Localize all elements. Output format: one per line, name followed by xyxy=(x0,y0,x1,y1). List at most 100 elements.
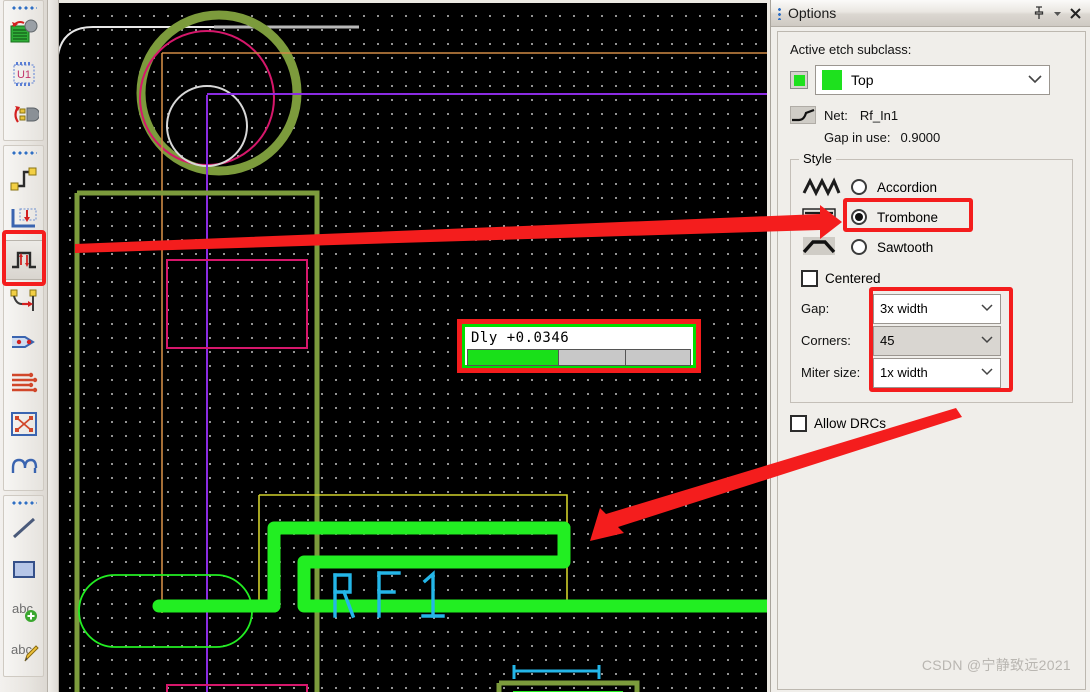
close-icon xyxy=(1069,7,1081,19)
panel-title: Options xyxy=(788,5,837,21)
slide-corner-icon xyxy=(11,208,37,228)
net-trace-icon xyxy=(790,106,816,124)
centered-checkbox[interactable] xyxy=(801,269,818,287)
centered-row[interactable]: Centered xyxy=(801,264,1062,292)
spread-tool[interactable] xyxy=(4,445,44,485)
accordion-radio[interactable] xyxy=(851,179,867,195)
progress-segment-2 xyxy=(559,350,626,365)
chip-u1-icon: U1 xyxy=(13,62,35,86)
custom-smooth-tool[interactable] xyxy=(4,322,44,362)
gap-select[interactable]: 3x width xyxy=(873,293,1001,324)
canvas-splitter[interactable] xyxy=(48,0,59,692)
gap-in-use-row: Gap in use: 0.9000 xyxy=(790,130,1073,145)
fanout-icon xyxy=(11,412,37,436)
chevron-down-icon xyxy=(980,303,994,315)
active-etch-subclass-label: Active etch subclass: xyxy=(790,42,912,57)
toolbar-grip[interactable] xyxy=(10,499,37,506)
bus-route-tool[interactable] xyxy=(4,363,44,403)
corners-field-row: Corners: 45 xyxy=(801,325,1062,356)
add-connect-icon xyxy=(10,167,37,191)
subclass-visibility-toggle[interactable] xyxy=(790,71,808,89)
trombone-radio-dot xyxy=(855,213,863,221)
toolbar-group-draw: abc abc xyxy=(3,495,44,677)
options-panel: Options Active etch subclass: Top Net: R… xyxy=(770,0,1090,692)
accordion-label: Accordion xyxy=(877,179,938,195)
style-option-sawtooth[interactable]: Sawtooth xyxy=(801,232,1062,262)
delay-tooltip: Dly +0.0346 xyxy=(457,319,701,373)
slide-tool[interactable] xyxy=(4,199,44,239)
close-panel-button[interactable] xyxy=(1066,4,1084,22)
gap-in-use-value: 0.9000 xyxy=(900,130,941,145)
fanout-tool[interactable] xyxy=(4,404,44,444)
corners-value: 45 xyxy=(880,333,895,348)
subclass-select[interactable]: Top xyxy=(815,65,1050,95)
spread-wave-icon xyxy=(11,458,38,473)
add-rect-tool[interactable] xyxy=(4,549,44,589)
toolbar-grip[interactable] xyxy=(10,149,37,156)
gap-in-use-label: Gap in use: xyxy=(824,130,891,145)
net-label: Net: xyxy=(824,107,848,123)
subclass-row: Top xyxy=(790,65,1073,95)
line-icon xyxy=(12,517,36,539)
panel-menu-button[interactable] xyxy=(1048,4,1066,22)
swap-pins-tool[interactable] xyxy=(4,95,44,135)
chevron-down-icon xyxy=(980,367,994,379)
add-text-tool[interactable]: abc xyxy=(4,590,44,630)
chevron-down-icon xyxy=(1053,11,1061,16)
options-panel-body: Active etch subclass: Top Net: Rf_In1 Ga… xyxy=(777,31,1086,690)
edit-text-tool[interactable]: abc xyxy=(4,631,44,671)
miter-size-value: 1x width xyxy=(880,365,928,380)
pin-icon xyxy=(1034,6,1044,19)
swap-pins-icon xyxy=(14,106,39,123)
vertex-arrow-icon xyxy=(10,289,37,311)
watermark: CSDN @宁静致远2021 xyxy=(921,657,1071,673)
chevron-down-icon xyxy=(980,335,994,347)
progress-segment-filled xyxy=(468,350,560,365)
svg-text:U1: U1 xyxy=(17,69,31,81)
allow-drcs-row[interactable]: Allow DRCs xyxy=(790,415,1073,432)
trombone-icon xyxy=(801,205,841,229)
toolbar-grip[interactable] xyxy=(10,4,37,11)
trombone-radio[interactable] xyxy=(851,209,867,225)
trombone-label: Trombone xyxy=(877,209,939,225)
miter-size-field-row: Miter size: 1x width xyxy=(801,357,1062,388)
style-legend: Style xyxy=(799,151,836,166)
delay-progress-bar xyxy=(467,349,691,366)
move-component-icon xyxy=(10,19,38,43)
style-option-trombone[interactable]: Trombone xyxy=(801,198,1062,232)
move-component-tool[interactable] xyxy=(4,13,44,53)
rectangle-icon xyxy=(13,561,35,578)
place-component-tool[interactable]: U1 xyxy=(4,54,44,94)
allow-drcs-label: Allow DRCs xyxy=(814,416,887,431)
add-connect-tool[interactable] xyxy=(4,158,44,198)
pin-panel-button[interactable] xyxy=(1030,4,1048,22)
delay-tune-icon xyxy=(12,251,36,269)
panel-grip[interactable] xyxy=(777,6,782,20)
sawtooth-label: Sawtooth xyxy=(877,239,934,255)
add-line-tool[interactable] xyxy=(4,508,44,548)
progress-segment-3 xyxy=(626,350,690,365)
subclass-color-swatch xyxy=(793,74,805,86)
toolbar-group-edit: U1 xyxy=(3,0,44,141)
miter-size-label: Miter size: xyxy=(801,365,861,380)
gap-value: 3x width xyxy=(880,301,928,316)
subclass-selected-value: Top xyxy=(851,72,874,88)
delay-tooltip-inner: Dly +0.0346 xyxy=(462,324,696,368)
style-option-accordion[interactable]: Accordion xyxy=(801,172,1062,202)
gap-field-row: Gap: 3x width xyxy=(801,293,1062,324)
allow-drcs-checkbox[interactable] xyxy=(790,415,807,432)
style-fieldset: Style Accordion Trombone Sawtooth Center… xyxy=(790,151,1073,403)
accordion-icon xyxy=(801,175,841,199)
abc-edit-icon: abc xyxy=(11,642,39,662)
chevron-down-icon xyxy=(1027,74,1043,87)
corners-select[interactable]: 45 xyxy=(873,325,1001,356)
bus-route-icon xyxy=(12,372,38,393)
sawtooth-icon xyxy=(801,235,841,259)
miter-size-select[interactable]: 1x width xyxy=(873,357,1001,388)
net-value: Rf_In1 xyxy=(859,107,899,123)
delay-tune-tool[interactable] xyxy=(4,240,44,280)
centered-label: Centered xyxy=(825,270,881,286)
vertex-tool[interactable] xyxy=(4,281,44,321)
pcb-design-canvas[interactable]: Dly +0.0346 xyxy=(59,3,767,692)
sawtooth-radio[interactable] xyxy=(851,239,867,255)
